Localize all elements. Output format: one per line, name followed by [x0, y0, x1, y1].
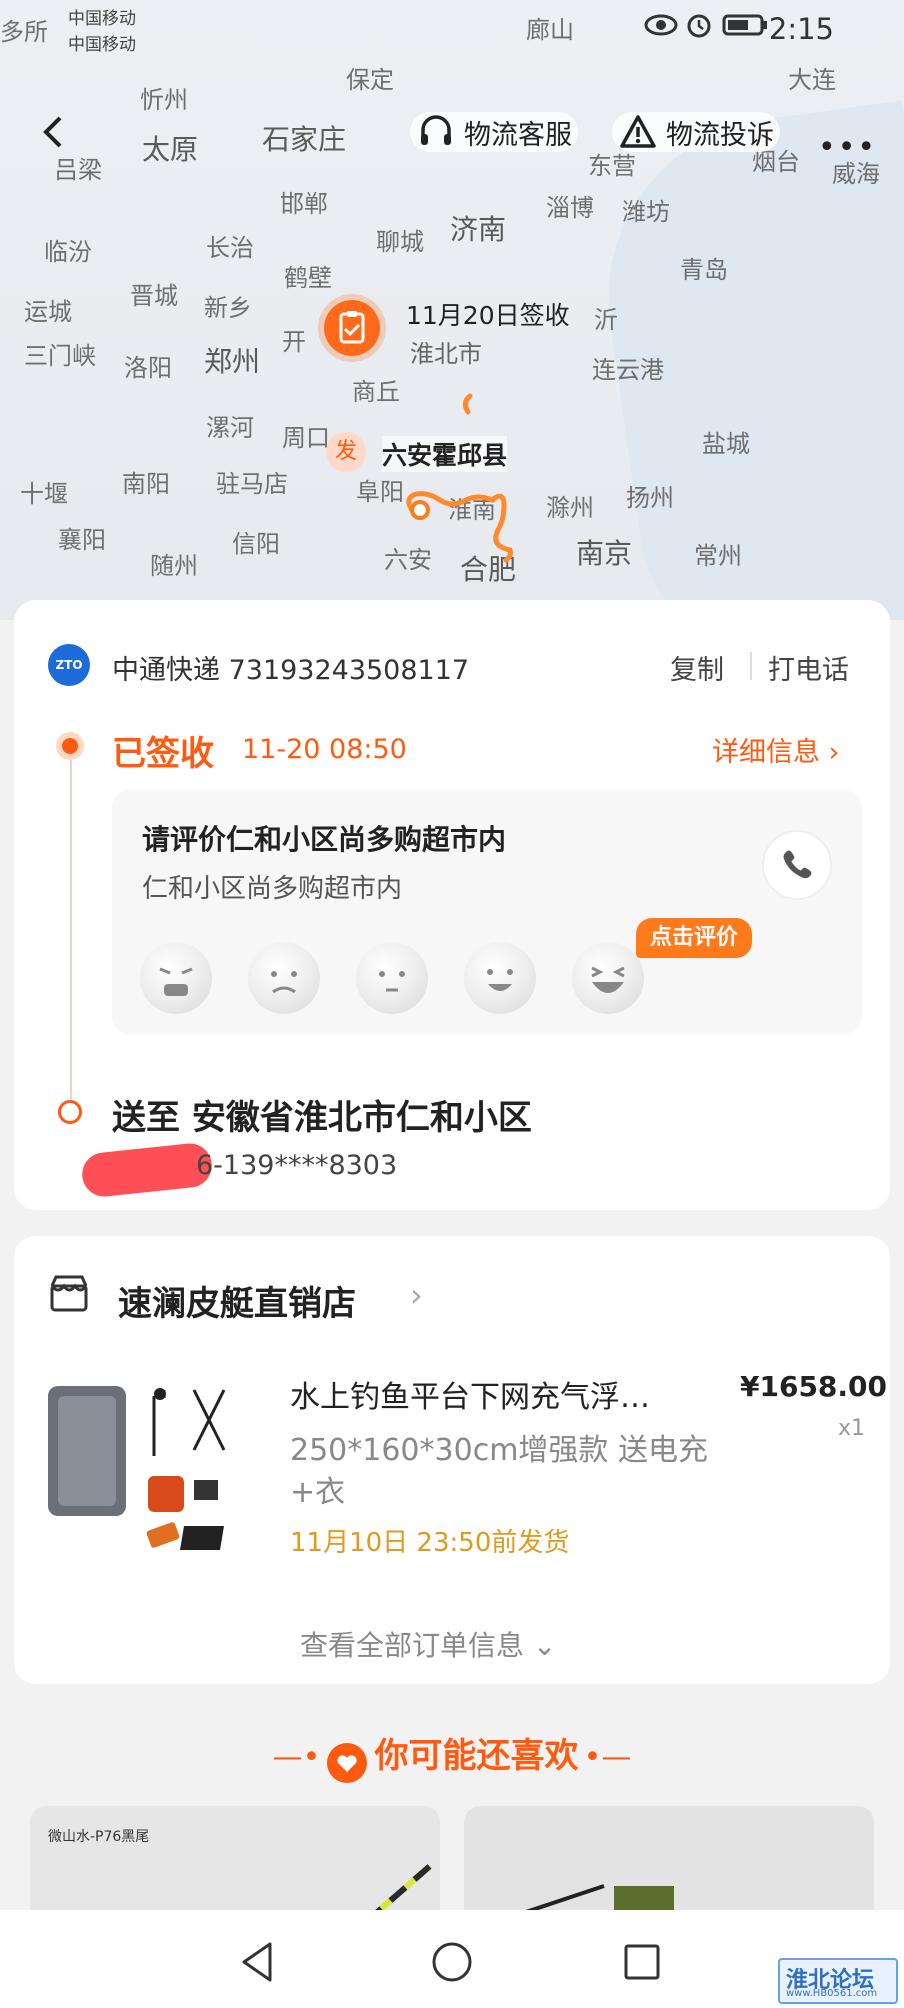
carrier-1: 中国移动 — [68, 9, 136, 29]
review-subtitle: 仁和小区尚多购超市内 — [142, 874, 403, 904]
copy-button[interactable]: 复制 — [670, 648, 724, 687]
timeline-dot-active — [56, 732, 84, 760]
logistics-complaint-label: 物流投诉 — [666, 119, 774, 151]
rating-face-bad-icon[interactable] — [248, 942, 320, 1014]
call-button[interactable]: 打电话 — [768, 648, 849, 687]
signed-location-marker[interactable] — [324, 300, 380, 356]
timeline-dot-destination — [58, 1100, 82, 1124]
delivery-address: 送至 安徽省淮北市仁和小区 — [112, 1098, 532, 1138]
ship-deadline: 11月10日 23:50前发货 — [290, 1528, 570, 1558]
recommend-item-1-label: 微山水-P76黑尾 — [48, 1829, 150, 1845]
zto-logo: ZTO — [48, 644, 90, 686]
rating-face-great-icon[interactable] — [572, 942, 644, 1014]
recommend-title: 你可能还喜欢 — [374, 1736, 579, 1776]
rate-now-tag[interactable]: 点击评价 — [636, 918, 753, 958]
eye-icon — [644, 14, 678, 36]
clock: 2:15 — [768, 12, 834, 46]
top-bar: 物流客服 物流投诉 ••• — [0, 92, 904, 172]
contact-phone-button[interactable] — [762, 830, 832, 900]
product-quantity: x1 — [838, 1416, 866, 1441]
logistics-service-label: 物流客服 — [464, 119, 572, 151]
dash-left-icon: —• — [272, 1740, 321, 1775]
battery-icon — [722, 14, 767, 36]
delivery-status: 已签收 — [112, 734, 214, 774]
rating-face-neutral-icon[interactable] — [356, 942, 428, 1014]
shop-name[interactable]: 速澜皮艇直销店 — [118, 1276, 356, 1325]
nav-recents-icon[interactable] — [614, 1934, 670, 1990]
view-all-order-info-link[interactable]: 查看全部订单信息 ⌄ — [300, 1624, 556, 1664]
heart-icon — [327, 1742, 368, 1783]
product-price: ¥1658.00 — [740, 1370, 888, 1403]
logistics-complaint-button[interactable]: 物流投诉 — [612, 112, 780, 152]
watermark-url: www.HB0561.com — [786, 1988, 878, 1999]
logistics-service-button[interactable]: 物流客服 — [410, 112, 578, 152]
product-spec: 250*160*30cm增强款 送电充+衣 — [290, 1433, 708, 1510]
rating-face-good-icon[interactable] — [464, 942, 536, 1014]
product-image[interactable] — [44, 1376, 256, 1576]
chevron-right-icon[interactable]: › — [410, 1276, 423, 1314]
status-bar: 中国移动 中国移动 2:15 — [0, 0, 904, 60]
carrier-2: 中国移动 — [68, 35, 136, 55]
forum-watermark: 淮北论坛 www.HB0561.com — [778, 1958, 898, 2004]
alarm-icon — [687, 14, 711, 38]
recipient-phone: 6-139****8303 — [196, 1150, 398, 1181]
warning-icon — [620, 115, 656, 148]
detail-info-link[interactable]: 详细信息 › — [712, 730, 839, 769]
phone-icon — [783, 850, 812, 879]
review-title: 请评价仁和小区尚多购超市内 — [142, 823, 507, 856]
system-nav-bar — [0, 1910, 904, 2008]
store-icon — [50, 1275, 88, 1312]
origin-name: 六安霍邱县 — [382, 436, 508, 472]
nav-back-icon[interactable] — [230, 1934, 286, 1990]
recommend-header: —• 你可能还喜欢 •— — [0, 1728, 904, 1785]
timeline-line — [70, 746, 72, 1108]
tracking-number: 中通快递 73193243508117 — [112, 655, 470, 686]
divider — [750, 652, 752, 680]
more-menu-button[interactable]: ••• — [818, 130, 877, 165]
dash-right-icon: •— — [583, 1740, 632, 1775]
product-title[interactable]: 水上钓鱼平台下网充气浮… — [290, 1372, 650, 1416]
clipboard-check-icon — [339, 311, 365, 344]
headset-icon — [421, 115, 451, 145]
signed-city: 淮北市 — [410, 340, 482, 368]
back-arrow-icon[interactable] — [34, 112, 74, 152]
rating-face-very-bad-icon[interactable] — [140, 942, 212, 1014]
signed-date: 11月20日签收 — [406, 301, 570, 330]
delivery-time: 11-20 08:50 — [242, 734, 407, 765]
nav-home-icon[interactable] — [424, 1934, 480, 1990]
origin-badge: 发 — [326, 432, 366, 472]
